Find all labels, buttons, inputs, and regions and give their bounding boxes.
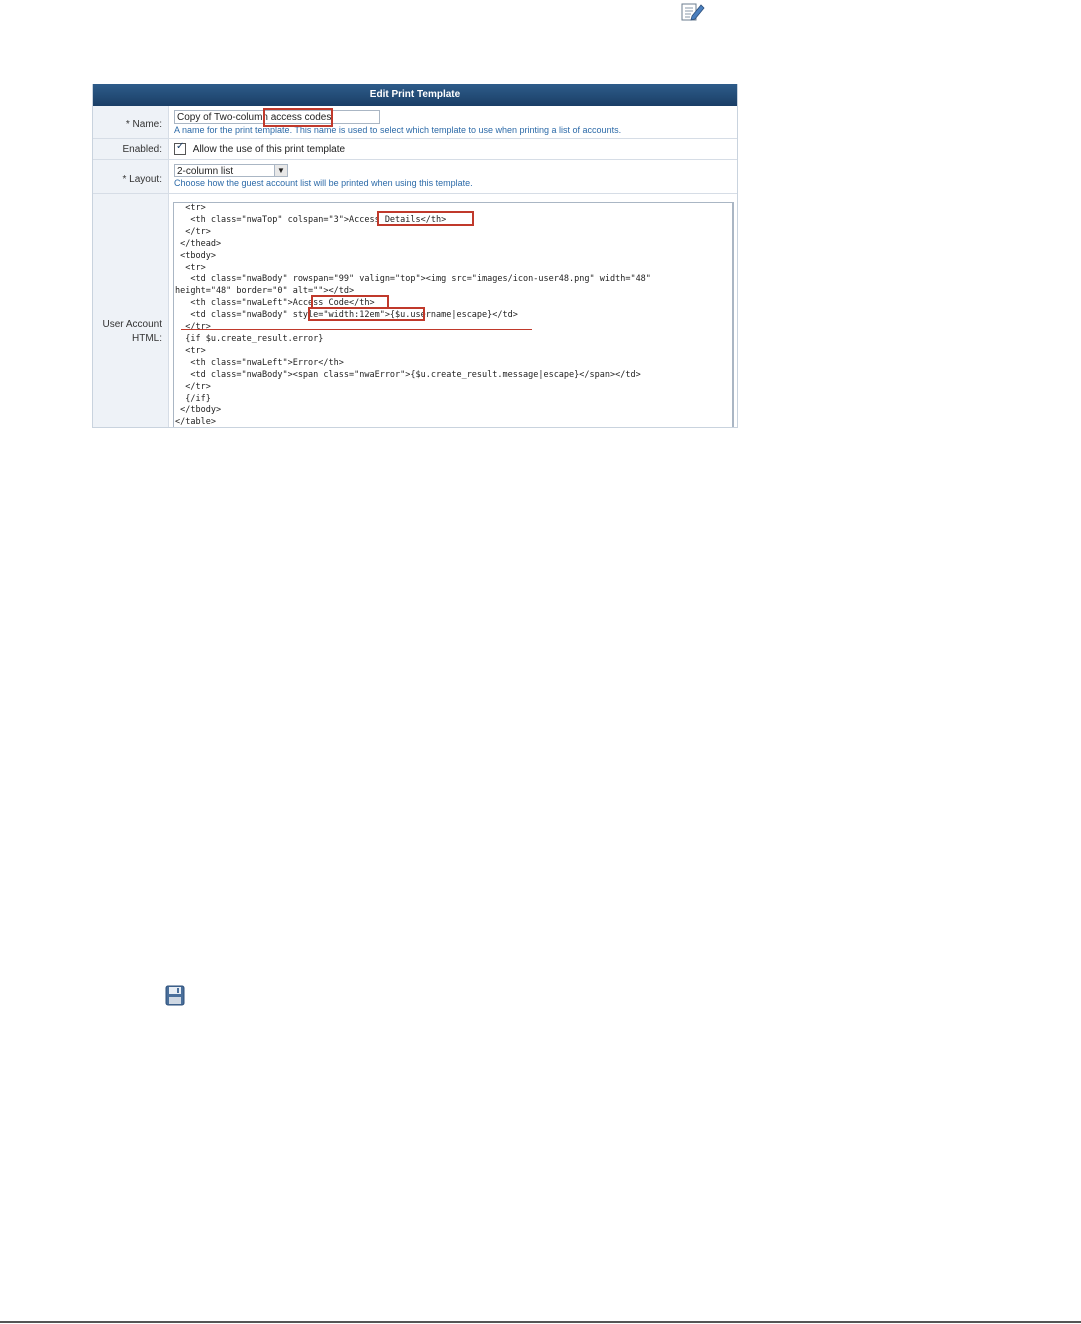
layout-select[interactable]: 2-column list ▼ xyxy=(174,164,288,177)
html-code: <tr> <th class="nwaTop" colspan="3">Acce… xyxy=(175,203,651,428)
enabled-checkbox[interactable] xyxy=(174,141,186,155)
enabled-label: Enabled: xyxy=(93,139,169,159)
edit-document-icon[interactable] xyxy=(681,2,705,22)
footer-divider xyxy=(0,1321,1081,1323)
layout-hint: Choose how the guest account list will b… xyxy=(174,178,473,188)
chevron-down-icon[interactable]: ▼ xyxy=(274,165,287,176)
enabled-row: Enabled: Allow the use of this print tem… xyxy=(93,139,737,160)
layout-selected-value: 2-column list xyxy=(177,166,234,177)
name-hint: A name for the print template. This name… xyxy=(174,125,622,135)
highlight-box-access-details xyxy=(377,211,474,226)
layout-label: * Layout: xyxy=(93,160,169,193)
user-account-html-row: User Account HTML: <tr> <th class="nwaTo… xyxy=(93,194,737,428)
underline-annotation xyxy=(181,329,532,330)
html-label-line2: HTML: xyxy=(132,333,162,344)
html-code-textarea[interactable]: <tr> <th class="nwaTop" colspan="3">Acce… xyxy=(173,202,734,428)
html-label-line1: User Account xyxy=(102,319,162,330)
name-row: * Name: Copy of Two-column access codes … xyxy=(93,106,737,139)
name-value-prefix: Copy of Two-column xyxy=(177,112,268,123)
name-input[interactable]: Copy of Two-column access codes xyxy=(174,108,380,127)
highlight-box-style-width xyxy=(308,307,425,321)
highlight-box-name xyxy=(263,108,333,127)
layout-row: * Layout: 2-column list ▼ Choose how the… xyxy=(93,160,737,194)
edit-print-template-panel: Edit Print Template * Name: Copy of Two-… xyxy=(92,84,738,428)
panel-title: Edit Print Template xyxy=(93,84,737,106)
user-account-html-label: User Account HTML: xyxy=(93,194,169,427)
enabled-checkbox-label: Allow the use of this print template xyxy=(192,143,346,155)
name-label: * Name: xyxy=(93,106,169,138)
save-disk-icon[interactable] xyxy=(165,985,185,1006)
